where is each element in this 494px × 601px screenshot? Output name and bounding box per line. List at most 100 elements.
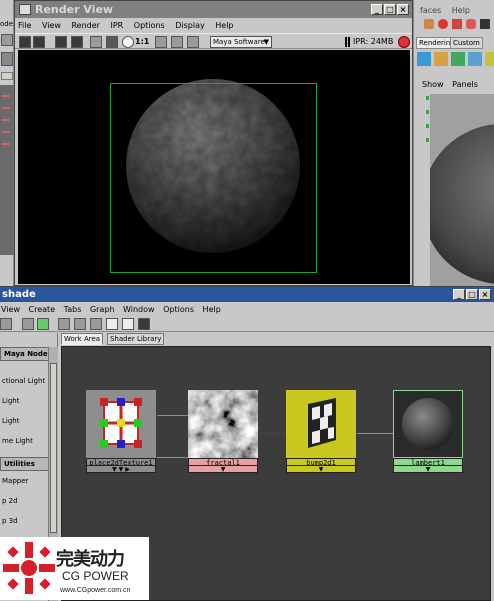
snapshot-icon[interactable]	[55, 36, 67, 48]
menu-ipr[interactable]: IPR	[111, 21, 124, 30]
stop-render-icon[interactable]	[398, 36, 410, 48]
close-button[interactable]: ×	[479, 289, 491, 300]
rgb-channels-icon[interactable]	[106, 36, 118, 48]
menu-view[interactable]: View	[42, 21, 61, 30]
render-view-menubar: File View Render IPR Options Display Hel…	[15, 19, 412, 32]
menu-graph[interactable]: Graph	[90, 305, 115, 314]
redo-render-icon[interactable]	[19, 36, 31, 48]
render-canvas[interactable]	[18, 50, 410, 284]
list-item[interactable]: me Light	[2, 437, 33, 445]
shelf-icon[interactable]	[438, 19, 448, 29]
shelf-icon[interactable]	[1, 34, 13, 46]
alpha-channel-icon[interactable]	[122, 36, 134, 48]
maximize-button[interactable]: □	[384, 4, 396, 15]
shelf-icon[interactable]	[451, 52, 465, 66]
keep-image-icon[interactable]	[155, 36, 167, 48]
node-expand-icon[interactable]: ▼	[393, 466, 463, 473]
render-view-toolbar: 1:1 Maya Software ▼ IPR: 24MB	[15, 33, 412, 49]
input-connections-icon[interactable]	[58, 318, 70, 330]
node-lambert[interactable]: lambert1 ▼	[393, 390, 463, 473]
scrollbar-thumb[interactable]	[50, 363, 57, 533]
node-bump2d[interactable]: bump2d1 ▼	[286, 390, 356, 473]
list-item[interactable]: ctional Light	[2, 377, 45, 385]
ipr-render-icon[interactable]	[71, 36, 83, 48]
toolbar-icon[interactable]	[138, 318, 150, 330]
tab-custom[interactable]: Custom	[450, 37, 483, 49]
menu-help[interactable]: Help	[452, 6, 470, 15]
render-view-window: Render View _ □ × File View Render IPR O…	[14, 0, 413, 286]
menu-display[interactable]: Display	[175, 21, 205, 30]
node-expand-icon[interactable]: ▼ ▼ ▶	[86, 466, 156, 473]
menu-render[interactable]: Render	[71, 21, 99, 30]
connection-line	[357, 433, 393, 434]
fractal-texture-icon	[188, 390, 258, 458]
menu-create[interactable]: Create	[29, 305, 56, 314]
chevron-down-icon: ▼	[263, 38, 269, 46]
node-place2dtexture[interactable]: place2dTexture1 ▼ ▼ ▶	[86, 390, 156, 473]
shelf-icon[interactable]	[452, 19, 462, 29]
render-view-titlebar[interactable]: Render View _ □ ×	[15, 1, 412, 18]
tab-work-area[interactable]: Work Area	[61, 333, 104, 345]
list-item[interactable]: p 2d	[2, 497, 18, 505]
sphere-preview	[430, 124, 494, 284]
menu-faces[interactable]: faces	[420, 6, 441, 15]
hypershade-titlebar[interactable]: shade _ □ ×	[0, 287, 494, 302]
render-region-marquee[interactable]	[110, 83, 317, 273]
node-expand-icon[interactable]: ▼	[286, 466, 356, 473]
list-item[interactable]: Light	[2, 397, 19, 405]
logo-mark-icon	[3, 542, 55, 594]
maximize-button[interactable]: □	[466, 289, 478, 300]
minimize-button[interactable]: _	[371, 4, 383, 15]
link-icon[interactable]	[22, 318, 34, 330]
node-expand-icon[interactable]: ▼	[188, 466, 258, 473]
list-item[interactable]: Mapper	[2, 477, 28, 485]
toolbar-icon[interactable]	[106, 318, 118, 330]
perspective-viewport[interactable]	[430, 94, 494, 286]
shelf-icon[interactable]	[468, 52, 482, 66]
logo-url-text: www.CGpower.com.cn	[60, 587, 131, 594]
list-item[interactable]: Light	[2, 417, 19, 425]
input-output-connections-icon[interactable]	[74, 318, 86, 330]
shelf-icon[interactable]	[424, 19, 434, 29]
bump-icon	[308, 398, 336, 448]
background-window-right-panel: faces Help Rendering Custom Show Panels	[413, 0, 494, 286]
zoom-one-to-one[interactable]: 1:1	[135, 37, 149, 46]
panel-separator	[1, 72, 13, 80]
menu-panels[interactable]: Panels	[452, 80, 478, 89]
menu-options[interactable]: Options	[134, 21, 165, 30]
render-region-icon[interactable]	[33, 36, 45, 48]
connection-line	[157, 457, 189, 458]
node-swatch	[286, 390, 356, 458]
menu-tabs[interactable]: Tabs	[64, 305, 82, 314]
menu-help[interactable]: Help	[215, 21, 233, 30]
refresh-ipr-icon[interactable]	[90, 36, 102, 48]
shelf-icon[interactable]	[417, 52, 431, 66]
output-connections-icon[interactable]	[90, 318, 102, 330]
tab-shader-library[interactable]: Shader Library	[106, 333, 165, 345]
pause-icon[interactable]	[345, 37, 350, 47]
renderer-dropdown[interactable]: Maya Software ▼	[210, 36, 272, 48]
menu-help[interactable]: Help	[203, 305, 221, 314]
shelf-icon[interactable]	[485, 52, 494, 66]
remove-image-icon[interactable]	[171, 36, 183, 48]
panel-menu: Show Panels	[422, 80, 484, 89]
menu-file[interactable]: File	[18, 21, 31, 30]
menu-show[interactable]: Show	[422, 80, 444, 89]
toolbar-icon[interactable]	[37, 318, 49, 330]
menu-options[interactable]: Options	[163, 305, 194, 314]
shelf-icon[interactable]	[480, 19, 490, 29]
menu-window[interactable]: Window	[123, 305, 155, 314]
close-button[interactable]: ×	[397, 4, 409, 15]
node-fractal[interactable]: fractal1 ▼	[188, 390, 258, 473]
toolbar-icon[interactable]	[122, 318, 134, 330]
right-menu: faces Help	[420, 6, 478, 15]
toolbar-icon[interactable]	[0, 318, 12, 330]
shelf-icon[interactable]	[466, 19, 476, 29]
minimize-button[interactable]: _	[453, 289, 465, 300]
render-globals-icon[interactable]	[187, 36, 199, 48]
menu-view[interactable]: View	[1, 305, 20, 314]
list-item[interactable]: p 3d	[2, 517, 18, 525]
shelf-icon[interactable]	[1, 52, 13, 66]
shelf-icon[interactable]	[434, 52, 448, 66]
node-swatch	[188, 390, 258, 458]
